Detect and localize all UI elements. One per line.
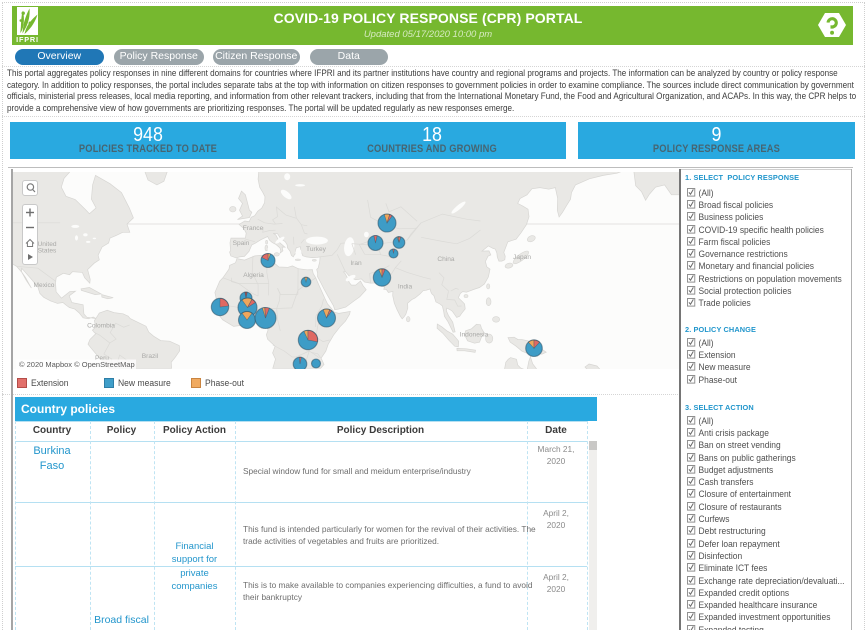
svg-text:Japan: Japan (513, 254, 531, 261)
svg-text:India: India (398, 284, 413, 291)
svg-text:Spain: Spain (233, 240, 250, 247)
svg-text:Brazil: Brazil (142, 353, 159, 360)
svg-text:Mexico: Mexico (34, 282, 55, 289)
svg-text:States: States (38, 248, 57, 255)
svg-text:© 2020 Mapbox © OpenStreetMap: © 2020 Mapbox © OpenStreetMap (19, 360, 135, 369)
svg-text:Colombia: Colombia (87, 323, 115, 330)
svg-text:Turkey: Turkey (306, 246, 327, 253)
svg-text:Iran: Iran (350, 260, 362, 267)
svg-text:Indonesia: Indonesia (460, 332, 489, 339)
svg-text:China: China (437, 256, 455, 263)
svg-text:Algeria: Algeria (243, 272, 264, 279)
svg-text:France: France (243, 225, 264, 232)
